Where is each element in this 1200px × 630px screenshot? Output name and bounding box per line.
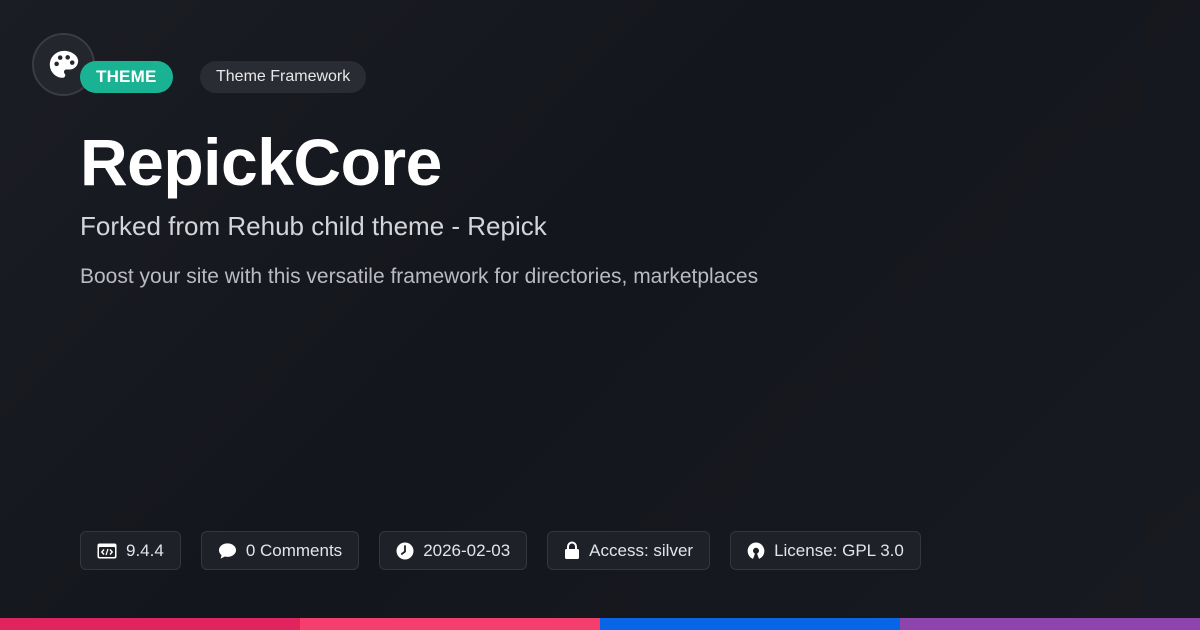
meta-row: 9.4.4 0 Comments 2026-02-03 Access: silv… (80, 531, 921, 570)
date-text: 2026-02-03 (423, 540, 511, 560)
comments-text: 0 Comments (245, 540, 343, 560)
page-title: RepickCore (80, 125, 442, 199)
stripe-segment (600, 618, 900, 630)
version-chip: 9.4.4 (80, 531, 181, 570)
bottom-color-stripe (0, 618, 1200, 630)
palette-icon (49, 50, 78, 78)
page-description: Boost your site with this versatile fram… (80, 265, 759, 288)
license-chip: License: GPL 3.0 (730, 531, 921, 570)
stripe-segment (300, 618, 600, 630)
access-text: Access: silver (589, 540, 694, 560)
clock-icon (396, 542, 414, 559)
comments-chip[interactable]: 0 Comments (200, 531, 360, 570)
type-badge[interactable]: THEME (80, 61, 173, 93)
version-text: 9.4.4 (126, 540, 164, 560)
category-pill[interactable]: Theme Framework (200, 61, 367, 93)
comment-icon (218, 542, 236, 559)
page-subtitle: Forked from Rehub child theme - Repick (80, 211, 547, 241)
access-chip: Access: silver (547, 531, 711, 570)
stripe-segment (900, 618, 1200, 630)
open-source-icon (747, 542, 765, 559)
license-text: License: GPL 3.0 (774, 540, 904, 560)
date-chip: 2026-02-03 (379, 531, 528, 570)
lock-icon (565, 541, 580, 559)
stripe-segment (0, 618, 300, 630)
code-icon (97, 543, 117, 558)
